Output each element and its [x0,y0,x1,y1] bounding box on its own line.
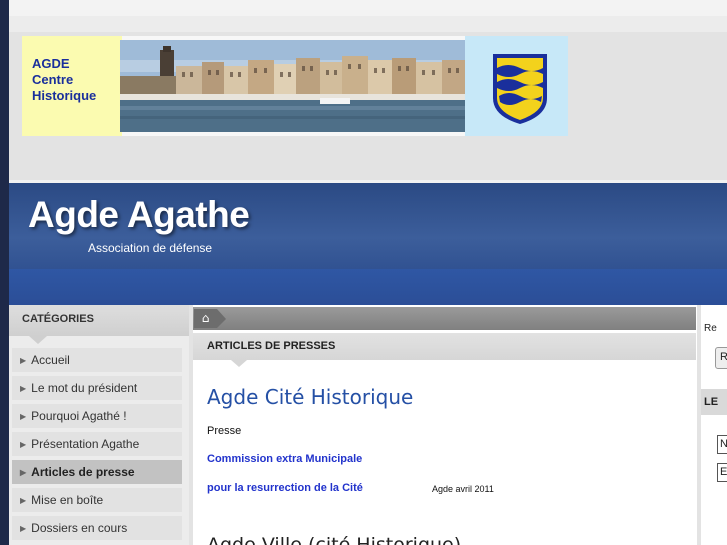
article-title[interactable]: Agde Cité Historique [207,385,413,409]
right-login-input-1[interactable]: N [717,435,727,454]
right-search-button[interactable]: R [715,347,727,369]
banner-photo [120,40,465,132]
sidebar-item-label: Mise en boîte [31,493,104,507]
coat-of-arms-shield [465,36,568,136]
triangle-right-icon: ▶ [20,496,27,505]
site-subtitle: Association de défense [88,241,213,255]
sidebar-item-articles-de-presse[interactable]: ▶ Articles de presse [12,460,182,484]
sidebar-item-label: Pourquoi Agathé ! [31,409,127,423]
right-search-label: Re [704,323,717,334]
sidebar-item-pourquoi-agathe[interactable]: ▶ Pourquoi Agathé ! [12,404,182,428]
top-bar-shadow [9,16,727,32]
sidebar-heading: CATÉGORIES [9,305,189,336]
sidebar-item-label: Articles de presse [31,465,135,479]
banner-text: AGDE Centre Historique [22,36,122,136]
triangle-right-icon: ▶ [20,524,27,533]
top-bar [9,0,727,16]
sidebar-item-mot-du-president[interactable]: ▶ Le mot du président [12,376,182,400]
section-heading: ARTICLES DE PRESSES [193,333,696,360]
banner-line-1: AGDE [32,56,70,71]
banner: AGDE Centre Historique [22,36,568,136]
triangle-right-icon: ▶ [20,412,27,421]
sidebar-item-mise-en-boite[interactable]: ▶ Mise en boîte [12,488,182,512]
categories-sidebar: CATÉGORIES ▶ Accueil ▶ Le mot du président… [9,305,189,545]
triangle-right-icon: ▶ [20,468,27,477]
right-login-input-2[interactable]: E [717,463,727,482]
left-edge-stripe [0,0,9,545]
nav-strip [9,269,727,305]
sidebar-item-presentation-agathe[interactable]: ▶ Présentation Agathe [12,432,182,456]
sidebar-item-label: Dossiers en cours [31,521,128,535]
triangle-right-icon: ▶ [20,440,27,449]
page: AGDE Centre Historique Agde Agathe Assoc… [9,0,727,545]
right-section-heading: LE [701,389,727,415]
sidebar-item-label: Présentation Agathe [31,437,140,451]
sidebar-item-label: Accueil [31,353,70,367]
site-title[interactable]: Agde Agathe [28,194,250,236]
home-icon[interactable]: ⌂ [194,309,226,328]
article-link-resurrection[interactable]: pour la resurrection de la Cité [207,482,363,494]
sidebar-item-label: Le mot du président [31,381,138,395]
section-heading-notch [231,360,247,367]
breadcrumb: ⌂ [193,307,696,330]
triangle-right-icon: ▶ [20,356,27,365]
article-category-label: Presse [207,425,242,437]
main-content: ⌂ ARTICLES DE PRESSES Agde Cité Historiq… [193,305,697,545]
article-date: Agde avril 2011 [432,484,494,494]
right-column: Re R LE N E [701,305,727,545]
sidebar-heading-notch [29,336,47,344]
banner-line-3: Historique [32,88,97,103]
sidebar-item-accueil[interactable]: ▶ Accueil [12,348,182,372]
banner-line-2: Centre [32,72,74,87]
article-link-commission[interactable]: Commission extra Municipale [207,453,362,465]
next-article-title[interactable]: Agde Ville (cité Historique) [207,534,461,545]
triangle-right-icon: ▶ [20,384,27,393]
site-header: Agde Agathe Association de défense [9,180,727,305]
sidebar-item-dossiers-en-cours[interactable]: ▶ Dossiers en cours [12,516,182,540]
